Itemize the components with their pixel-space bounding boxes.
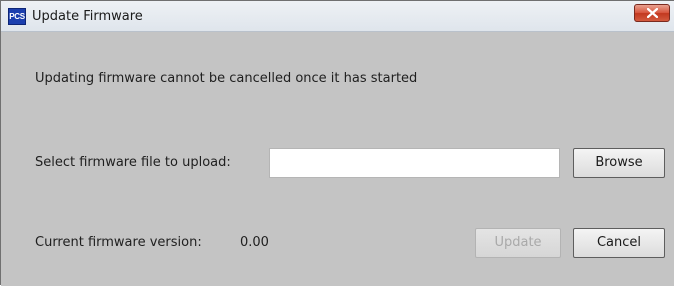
warning-text: Updating firmware cannot be cancelled on… bbox=[35, 71, 418, 86]
title-bar[interactable]: PCS Update Firmware bbox=[1, 1, 674, 32]
update-button[interactable]: Update bbox=[475, 228, 561, 258]
update-firmware-window: PCS Update Firmware Updating firmware ca… bbox=[0, 0, 674, 286]
firmware-version-label: Current firmware version: bbox=[35, 235, 202, 250]
browse-button[interactable]: Browse bbox=[573, 148, 665, 178]
firmware-file-input[interactable] bbox=[269, 148, 560, 178]
window-title: Update Firmware bbox=[32, 9, 143, 24]
dialog-body: Updating firmware cannot be cancelled on… bbox=[1, 32, 674, 286]
select-file-label: Select firmware file to upload: bbox=[35, 155, 231, 170]
cancel-button[interactable]: Cancel bbox=[573, 228, 665, 258]
close-button[interactable] bbox=[634, 4, 670, 22]
firmware-version-value: 0.00 bbox=[240, 235, 269, 250]
close-x-icon bbox=[647, 8, 658, 18]
app-icon: PCS bbox=[8, 8, 26, 25]
